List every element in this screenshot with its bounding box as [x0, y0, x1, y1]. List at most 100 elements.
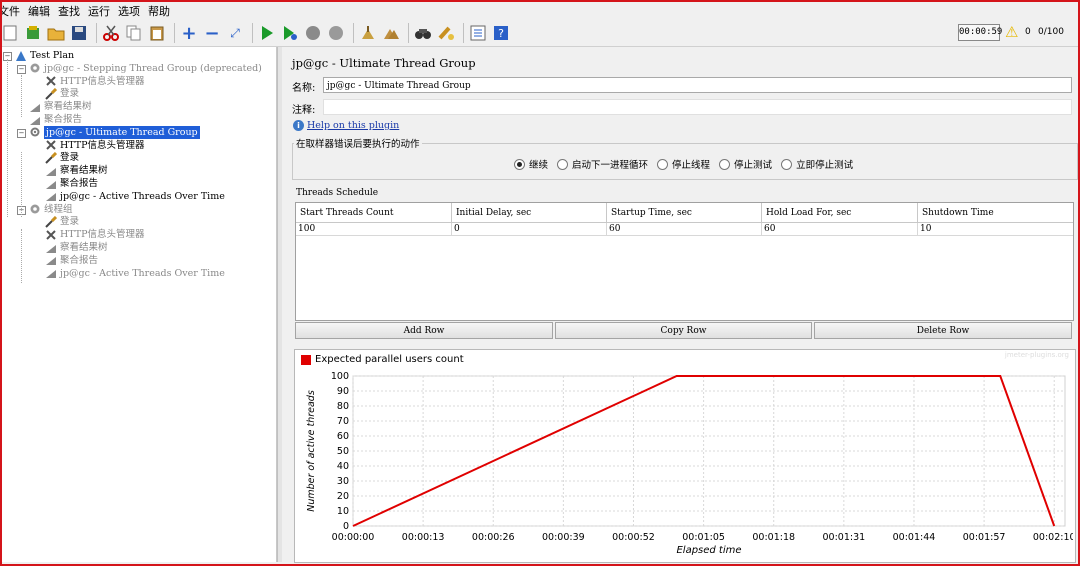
- expand-icon[interactable]: +: [179, 23, 199, 44]
- menu-help[interactable]: 帮助: [148, 3, 170, 19]
- function-helper-icon[interactable]: [468, 23, 488, 43]
- delete-row-button[interactable]: Delete Row: [814, 322, 1072, 339]
- table-cell[interactable]: 60: [607, 223, 762, 236]
- tree-node[interactable]: 聚合报告: [28, 113, 82, 126]
- copy-row-button[interactable]: Copy Row: [555, 322, 812, 339]
- column-header[interactable]: Shutdown Time: [918, 203, 1073, 223]
- templates-icon[interactable]: [23, 23, 43, 43]
- y-tick-label: 0: [343, 521, 349, 532]
- tree-node[interactable]: 登录: [44, 151, 79, 164]
- tree-node[interactable]: HTTP信息头管理器: [44, 139, 145, 152]
- tree-node[interactable]: 聚合报告: [44, 177, 98, 190]
- listener-icon: [28, 101, 42, 113]
- tree-expand-toggle[interactable]: −: [17, 64, 26, 74]
- name-label: 名称:: [292, 83, 316, 94]
- tree-node[interactable]: 登录: [44, 215, 79, 228]
- tree-node[interactable]: 登录: [44, 87, 79, 100]
- x-axis-label: Elapsed time: [676, 545, 741, 556]
- listener-icon: [44, 242, 58, 254]
- open-icon[interactable]: [46, 23, 66, 43]
- tree-node-label: 线程组: [44, 203, 73, 215]
- radio-button[interactable]: [781, 158, 793, 170]
- ultimate-thread-group-panel: jp@gc - Ultimate Thread Group 名称: jp@gc …: [282, 47, 1078, 563]
- tree-node[interactable]: jp@gc - Ultimate Thread Group: [28, 125, 200, 139]
- tree-node[interactable]: 察看结果树: [44, 241, 108, 254]
- table-cell[interactable]: 100: [296, 223, 452, 236]
- tree-node[interactable]: 察看结果树: [44, 164, 108, 177]
- y-tick-label: 40: [337, 461, 349, 472]
- toolbar-separator: [353, 23, 354, 43]
- radio-button[interactable]: [514, 158, 525, 170]
- menu-file[interactable]: 文件: [0, 3, 20, 19]
- on-error-label: 在取样器错误后要执行的动作: [294, 136, 422, 150]
- column-header[interactable]: Hold Load For, sec: [762, 203, 918, 223]
- column-header[interactable]: Start Threads Count: [296, 203, 452, 223]
- paste-icon[interactable]: [147, 23, 167, 43]
- wrench-icon: [44, 139, 58, 151]
- threads-schedule-table[interactable]: Start Threads Count Initial Delay, sec S…: [295, 202, 1074, 321]
- table-cell[interactable]: 60: [762, 223, 918, 236]
- menu-options[interactable]: 选项: [118, 3, 140, 19]
- x-tick-label: 00:00:13: [402, 532, 445, 543]
- start-icon[interactable]: [257, 23, 277, 43]
- tree-node[interactable]: HTTP信息头管理器: [44, 75, 145, 88]
- radio-button[interactable]: [557, 158, 569, 170]
- column-header[interactable]: Startup Time, sec: [607, 203, 762, 223]
- tree-node[interactable]: 聚合报告: [44, 254, 98, 267]
- clear-all-icon[interactable]: [381, 23, 401, 43]
- tree-node-label: 登录: [60, 152, 80, 164]
- listener-icon: [44, 165, 58, 177]
- comment-field[interactable]: [323, 99, 1072, 115]
- clear-icon[interactable]: [358, 23, 378, 43]
- tree-node[interactable]: 线程组: [28, 203, 73, 216]
- search-icon[interactable]: [413, 23, 433, 43]
- menu-edit[interactable]: 编辑: [28, 3, 50, 19]
- radio-button[interactable]: [719, 158, 731, 170]
- cut-icon[interactable]: [101, 23, 121, 43]
- y-tick-label: 50: [337, 446, 349, 457]
- threads-schedule-label: Threads Schedule: [296, 188, 379, 198]
- tree-connector: [21, 229, 22, 283]
- help-icon[interactable]: ?: [491, 23, 511, 43]
- tree-node[interactable]: jp@gc - Active Threads Over Time: [44, 267, 225, 280]
- menu-run[interactable]: 运行: [88, 3, 110, 19]
- copy-icon[interactable]: [124, 23, 144, 43]
- start-no-pause-icon[interactable]: [280, 23, 300, 43]
- name-field[interactable]: jp@gc - Ultimate Thread Group: [323, 77, 1072, 93]
- shutdown-icon[interactable]: [326, 23, 346, 43]
- sampler-icon: [44, 215, 58, 228]
- new-icon[interactable]: [0, 23, 20, 43]
- radio-stop-test[interactable]: 停止测试: [719, 157, 772, 171]
- tree-expand-toggle[interactable]: −: [17, 128, 26, 138]
- sampler-icon: [44, 151, 58, 164]
- collapse-icon[interactable]: −: [202, 23, 222, 44]
- column-header[interactable]: Initial Delay, sec: [452, 203, 607, 223]
- table-cell[interactable]: 10: [918, 223, 1073, 236]
- expected-users-chart: jmeter-plugins.org Expected parallel use…: [294, 349, 1076, 563]
- tree-node[interactable]: Test Plan: [14, 49, 74, 62]
- save-icon[interactable]: [69, 23, 89, 43]
- warning-icon[interactable]: ⚠: [1005, 23, 1018, 41]
- help-on-plugin-link[interactable]: Help on this plugin: [307, 120, 399, 131]
- tree-node[interactable]: 察看结果树: [28, 100, 92, 113]
- menu-search[interactable]: 查找: [58, 3, 80, 19]
- radio-stop-test-now[interactable]: 立即停止测试: [781, 157, 853, 171]
- x-tick-label: 00:00:52: [612, 532, 655, 543]
- radio-button[interactable]: [657, 158, 669, 170]
- toggle-icon[interactable]: ⤢: [225, 23, 245, 43]
- table-cell[interactable]: 0: [452, 223, 607, 236]
- gear-icon: [28, 62, 42, 74]
- reset-search-icon[interactable]: [436, 23, 456, 43]
- radio-stop-thread[interactable]: 停止线程: [657, 157, 710, 171]
- tree-node[interactable]: jp@gc - Stepping Thread Group (deprecate…: [28, 62, 262, 75]
- radio-continue[interactable]: 继续: [514, 157, 548, 171]
- y-tick-label: 80: [337, 401, 349, 412]
- tree-node[interactable]: HTTP信息头管理器: [44, 228, 145, 241]
- stop-icon[interactable]: [303, 23, 323, 43]
- svg-text:?: ?: [498, 27, 504, 40]
- tree-node-label: jp@gc - Active Threads Over Time: [60, 267, 225, 279]
- add-row-button[interactable]: Add Row: [295, 322, 553, 339]
- radio-start-next-loop[interactable]: 启动下一进程循环: [557, 157, 648, 171]
- tree-node[interactable]: jp@gc - Active Threads Over Time: [44, 190, 225, 203]
- help-link-row: i Help on this plugin: [293, 120, 399, 131]
